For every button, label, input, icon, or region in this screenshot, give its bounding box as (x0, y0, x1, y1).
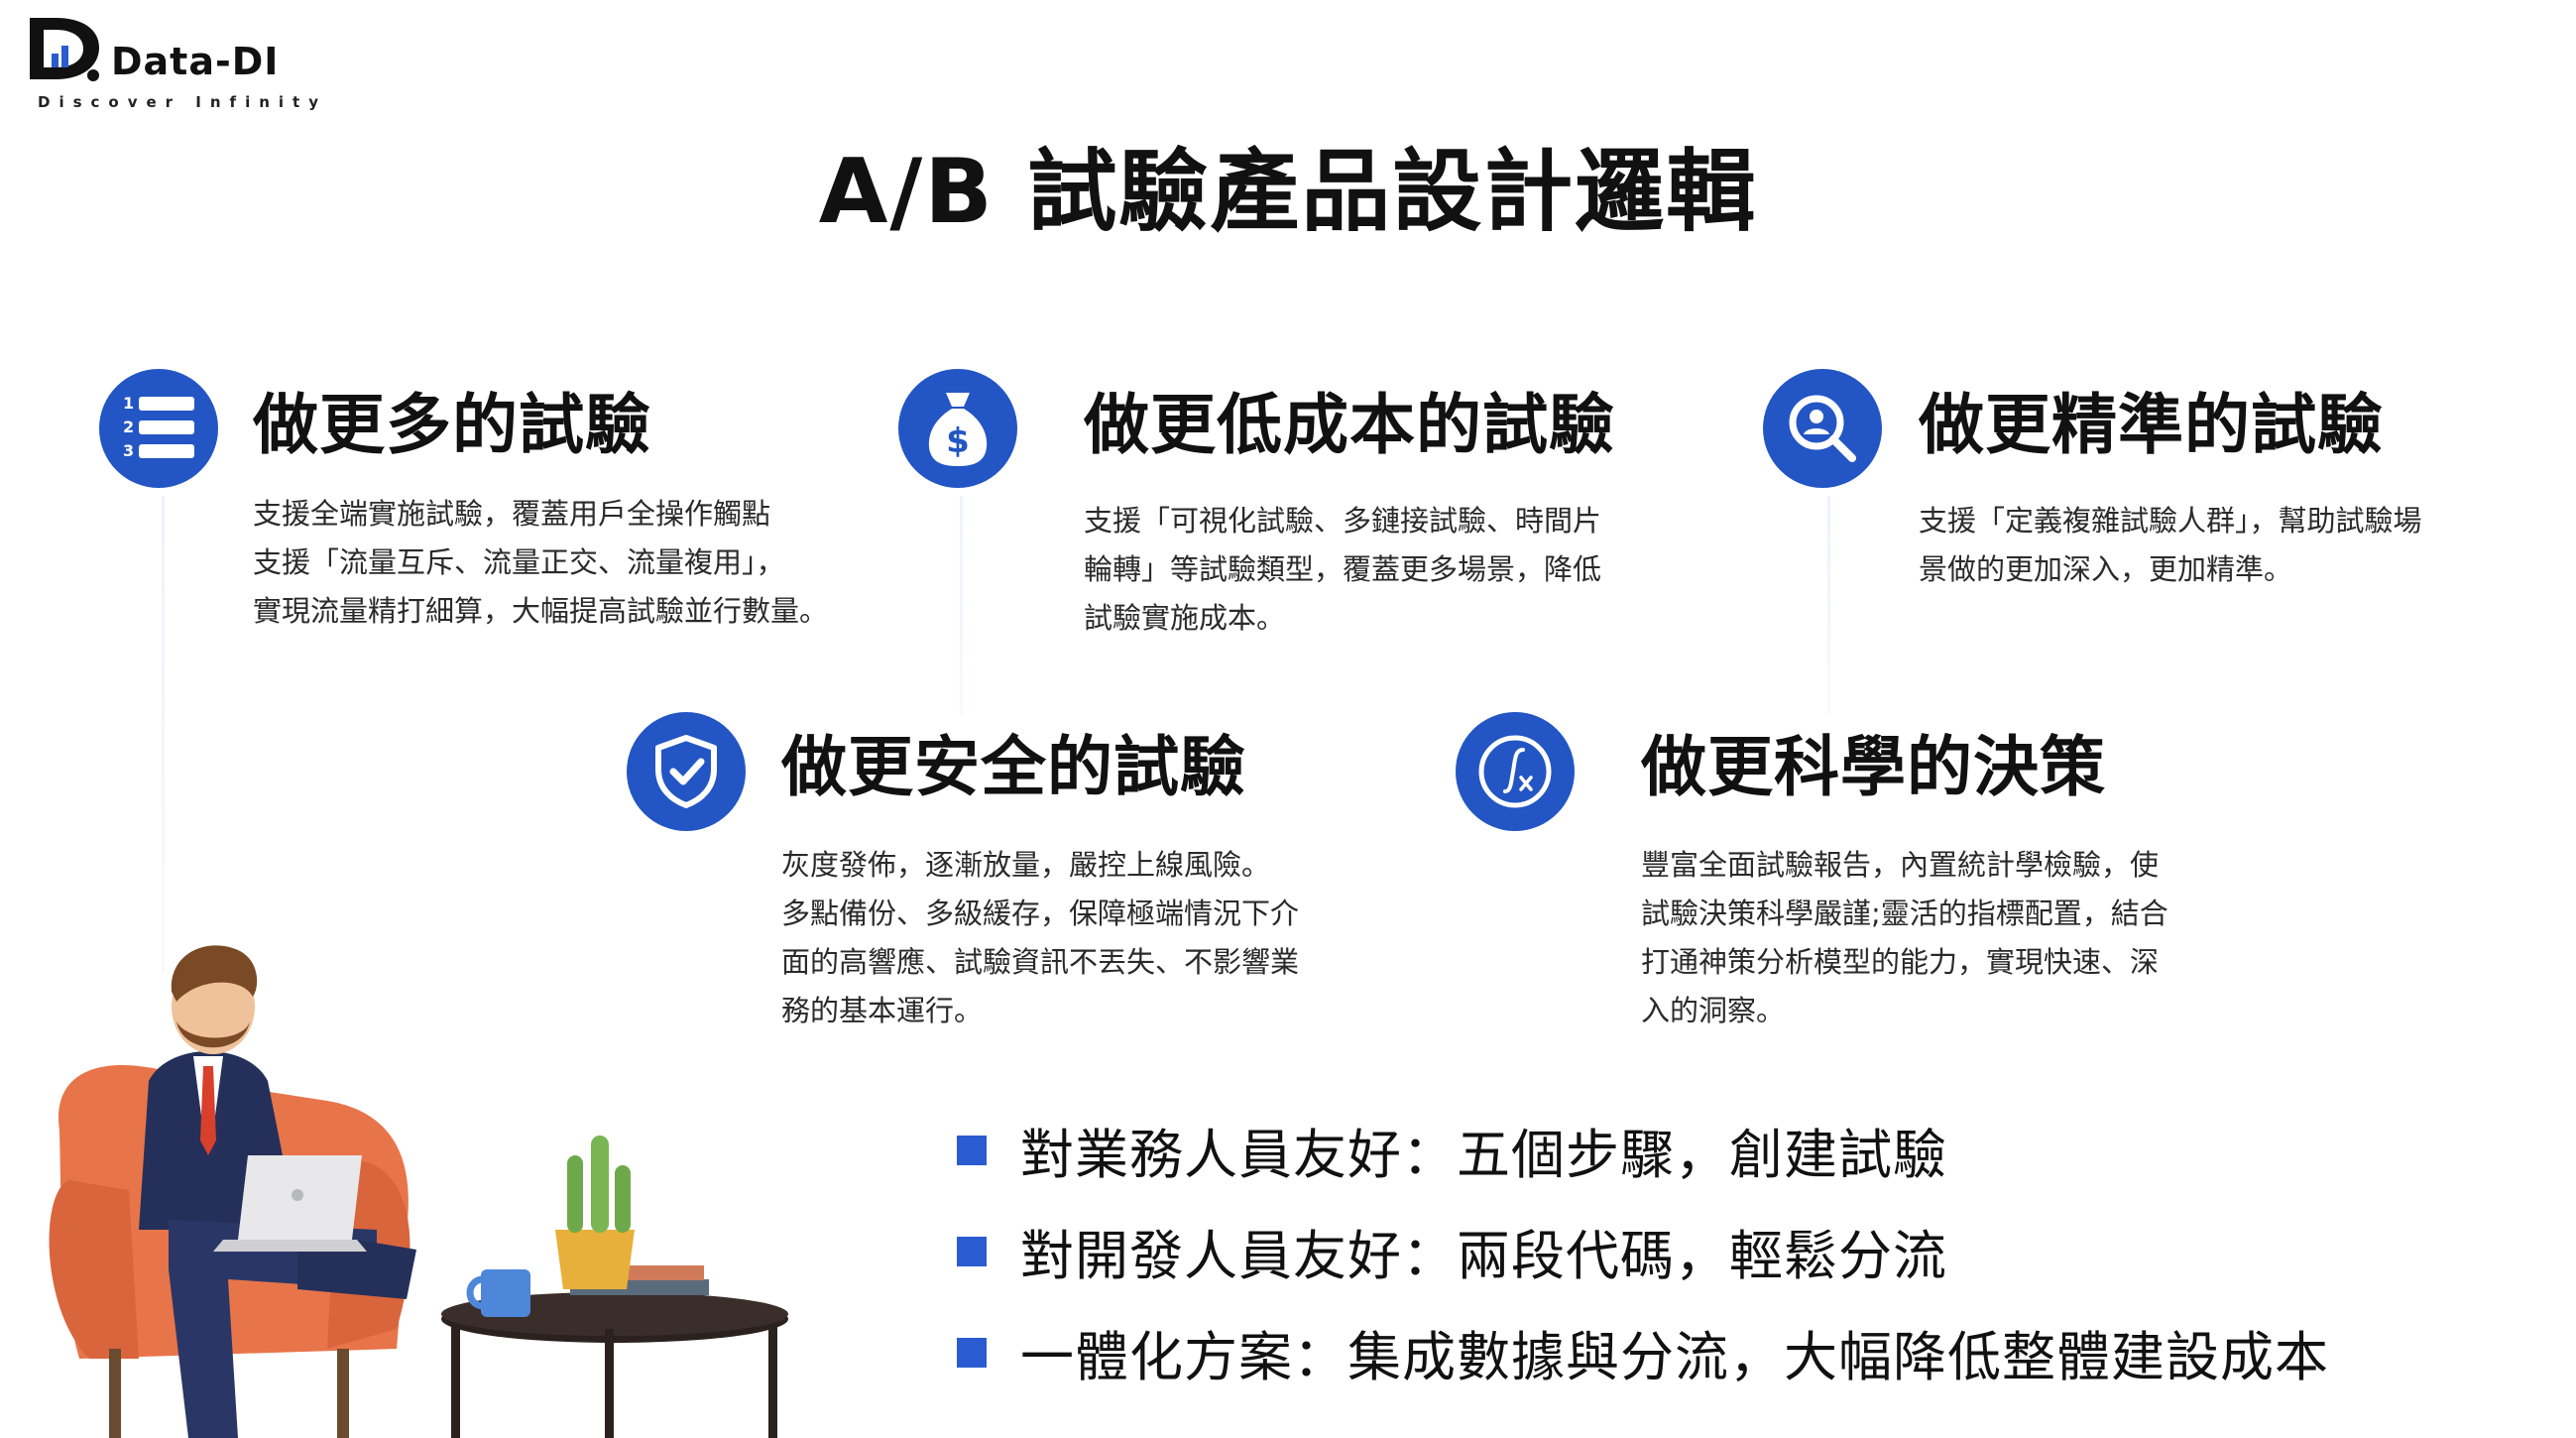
feature-desc-line: 實現流量精打細算，大幅提高試驗並行數量。 (253, 594, 829, 628)
feature-card (1763, 369, 1882, 488)
feature-card (627, 712, 746, 831)
numbered-list-icon: 1 2 3 (99, 369, 218, 488)
feature-desc-line: 景做的更加深入，更加精準。 (1919, 552, 2293, 586)
svg-text:$: $ (946, 421, 970, 461)
svg-text:2: 2 (123, 418, 134, 436)
feature-desc-line: 支援「定義複雜試驗人群」，幫助試驗場 (1919, 504, 2422, 538)
feature-desc-line: 多點備份、多級緩存，保障極端情況下介 (781, 897, 1300, 930)
feature-description: 豐富全面試驗報告，內置統計學檢驗，使 試驗決策科學嚴謹;靈活的指標配置，結合 打… (1641, 841, 2168, 1035)
user-search-icon (1763, 369, 1882, 488)
feature-card: $ (898, 369, 1017, 488)
list-item: 對業務人員友好：五個步驟，創建試驗 (957, 1111, 1947, 1189)
svg-text:3: 3 (123, 441, 134, 460)
feature-title: 做更低成本的試驗 (1084, 387, 1615, 463)
page-title: A/B 試驗產品設計邏輯 (818, 140, 1758, 244)
svg-text:1: 1 (123, 394, 134, 413)
bullet-text: 對開發人員友好：兩段代碼，輕鬆分流 (1020, 1225, 1947, 1287)
feature-title: 做更安全的試驗 (781, 729, 1246, 805)
feature-desc-line: 試驗實施成本。 (1084, 601, 1286, 635)
feature-description: 支援全端實施試驗，覆蓋用戶全操作觸點 支援「流量互斥、流量正交、流量複用」， 實… (253, 490, 828, 636)
feature-desc-line: 務的基本運行。 (781, 994, 984, 1027)
bullet-square-icon (957, 1337, 987, 1368)
logo-brand: Data-DI (111, 40, 280, 83)
feature-title: 做更精準的試驗 (1919, 387, 2384, 463)
money-bag-icon: $ (898, 369, 1017, 488)
feature-description: 支援「可視化試驗、多鏈接試驗、時間片 輪轉」等試驗類型，覆蓋更多場景，降低 試驗… (1084, 497, 1601, 643)
feature-description: 支援「定義複雜試驗人群」，幫助試驗場 景做的更加深入，更加精準。 (1919, 497, 2422, 594)
logo-mark-icon (30, 18, 99, 81)
divider-line (1827, 496, 1830, 714)
feature-title: 做更多的試驗 (253, 387, 651, 463)
divider-line (162, 496, 165, 972)
businessman-illustration (49, 945, 788, 1438)
feature-desc-line: 支援全端實施試驗，覆蓋用戶全操作觸點 (253, 497, 771, 531)
feature-desc-line: 輪轉」等試驗類型，覆蓋更多場景，降低 (1084, 552, 1602, 586)
feature-desc-line: 打通神策分析模型的能力，實現快速、深 (1641, 945, 2160, 979)
divider-line (960, 496, 963, 714)
feature-card: 1 2 3 (99, 369, 218, 488)
bullet-text: 一體化方案：集成數據與分流，大幅降低整體建設成本 (1020, 1326, 2329, 1388)
feature-title: 做更科學的決策 (1641, 729, 2106, 805)
feature-description: 灰度發佈，逐漸放量，嚴控上線風險。 多點備份、多級緩存，保障極端情況下介 面的高… (781, 841, 1299, 1035)
feature-card (1456, 712, 1575, 831)
function-icon (1456, 712, 1575, 831)
bullet-text: 對業務人員友好：五個步驟，創建試驗 (1020, 1124, 1947, 1186)
feature-desc-line: 灰度發佈，逐漸放量，嚴控上線風險。 (781, 848, 1271, 882)
logo-tagline: Discover Infinity (38, 93, 327, 111)
feature-desc-line: 豐富全面試驗報告，內置統計學檢驗，使 (1641, 848, 2160, 882)
list-item: 對開發人員友好：兩段代碼，輕鬆分流 (957, 1212, 1947, 1290)
shield-check-icon (627, 712, 746, 831)
logo: Data-DI Discover Infinity (22, 10, 319, 111)
feature-desc-line: 面的高響應、試驗資訊不丟失、不影響業 (781, 945, 1300, 979)
feature-desc-line: 入的洞察。 (1641, 994, 1786, 1027)
feature-desc-line: 試驗決策科學嚴謹;靈活的指標配置，結合 (1641, 897, 2168, 930)
feature-desc-line: 支援「可視化試驗、多鏈接試驗、時間片 (1084, 504, 1602, 538)
list-item: 一體化方案：集成數據與分流，大幅降低整體建設成本 (957, 1313, 2329, 1391)
feature-desc-line: 支援「流量互斥、流量正交、流量複用」， (253, 545, 785, 579)
bullet-square-icon (957, 1236, 987, 1266)
bullet-square-icon (957, 1135, 987, 1165)
